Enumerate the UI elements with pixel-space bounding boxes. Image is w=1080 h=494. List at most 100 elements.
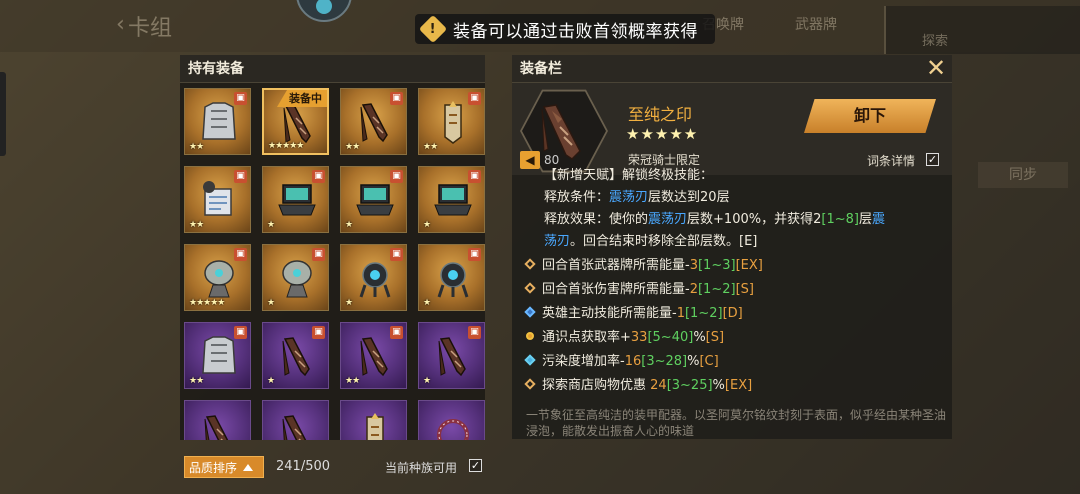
lock-icon: ▣: [234, 326, 247, 339]
affix-bullet-icon: [524, 378, 536, 390]
lock-icon: ▣: [312, 248, 325, 261]
talent-line: 【新增天赋】解锁终极技能：: [544, 168, 714, 183]
unequip-button[interactable]: 卸下: [804, 99, 936, 133]
slot-stars: ★: [267, 298, 275, 308]
inventory-slot[interactable]: [340, 400, 407, 440]
background-explore-badge: 探索: [884, 6, 1080, 54]
drone-icon: [353, 255, 397, 301]
drone-icon: [431, 255, 475, 301]
lock-icon: ▣: [468, 170, 481, 183]
inventory-slot[interactable]: ▣ ★: [262, 166, 329, 233]
inventory-slot[interactable]: 装备中 ★★★★★: [262, 88, 329, 155]
slot-stars: ★: [423, 376, 431, 386]
lock-icon: ▣: [468, 248, 481, 261]
background-sync-button: 同步: [978, 162, 1068, 188]
affix-bullet-icon: [524, 282, 536, 294]
affix-bullet-icon: [524, 354, 536, 366]
affix-line: 回合首张伤害牌所需能量-2[1~2][S]: [524, 279, 944, 301]
notice-banner: ! 装备可以通过击败首领概率获得: [415, 14, 715, 44]
radar-icon: [197, 255, 241, 301]
flavor-text: 一节象征至高纯洁的装甲配器。以圣阿莫尔铭纹封刻于表面，似乎经由某种圣油浸泡，能散…: [526, 408, 947, 438]
scarf-icon: [197, 411, 241, 440]
affix-line: 探索商店购物优惠 24[3~25]%[EX]: [524, 375, 944, 397]
inventory-title: 持有装备: [180, 55, 485, 83]
slot-stars: ★: [267, 376, 275, 386]
background-title: 卡组: [128, 16, 173, 41]
laptop-icon: [431, 177, 475, 223]
slot-stars: ★: [267, 220, 275, 230]
inventory-slot[interactable]: ▣ ★★: [184, 166, 251, 233]
inventory-slot[interactable]: ▣ ★★★★★: [184, 244, 251, 311]
lock-icon: ▣: [312, 326, 325, 339]
slot-stars: ★★★★★: [268, 141, 304, 151]
lock-icon: ▣: [234, 170, 247, 183]
release-effect: 释放效果：使你的震荡刃层数+100%，并获得2[1~8]层震: [544, 212, 885, 227]
phone-side-bar: [0, 72, 6, 156]
slot-stars: ★: [423, 220, 431, 230]
radar-icon: [275, 255, 319, 301]
sort-label: 品质排序: [189, 460, 238, 475]
scarf-icon: [275, 333, 319, 379]
effects-list: 【新增天赋】解锁终极技能： 释放条件：震荡刃层数达到20层 释放效果：使你的震荡…: [524, 168, 944, 397]
inventory-slot[interactable]: ▣ ★★: [340, 322, 407, 389]
armor-icon: [197, 333, 241, 379]
laptop-icon: [353, 177, 397, 223]
inventory-slot[interactable]: [262, 400, 329, 440]
notice-text: 装备可以通过击败首领概率获得: [453, 21, 698, 42]
affix-bullet-icon: [526, 332, 534, 340]
detail-title: 装备栏: [512, 55, 952, 83]
sort-up-icon: [243, 463, 254, 471]
scarf-icon: [275, 411, 319, 440]
inventory-slot[interactable]: ▣ ★: [340, 244, 407, 311]
background-tab-explore: 探索: [922, 34, 949, 49]
lock-icon: ▣: [468, 92, 481, 105]
race-filter-label: 当前种族可用: [385, 461, 458, 475]
inventory-slot[interactable]: ▣ ★: [262, 322, 329, 389]
back-arrow-icon: ‹: [116, 12, 125, 37]
slot-stars: ★★: [345, 142, 360, 152]
equipped-tag: 装备中: [277, 90, 327, 107]
release-effect-cont: 荡刃。回合结束时移除全部层数。[E]: [544, 234, 758, 249]
lock-icon: ▣: [390, 170, 403, 183]
inventory-count: 241/500: [276, 459, 331, 474]
inventory-slot[interactable]: ▣ ★★: [418, 88, 485, 155]
inventory-slot[interactable]: ▣ ★: [262, 244, 329, 311]
inventory-slot[interactable]: [184, 400, 251, 440]
slot-stars: ★: [345, 220, 353, 230]
close-icon[interactable]: ✕: [924, 56, 948, 81]
slot-stars: ★: [423, 298, 431, 308]
slot-stars: ★★: [189, 376, 204, 386]
affix-line: 英雄主动技能所需能量-1[1~2][D]: [524, 303, 944, 325]
lock-icon: ▣: [390, 92, 403, 105]
race-filter-checkbox[interactable]: ✓: [469, 459, 482, 472]
inventory-slot[interactable]: ▣ ★: [418, 322, 485, 389]
scarf-icon: [353, 333, 397, 379]
lock-icon: ▣: [234, 92, 247, 105]
slot-stars: ★★: [189, 220, 204, 230]
background-tab-weapon: 武器牌: [795, 17, 837, 33]
release-condition: 释放条件：震荡刃层数达到20层: [544, 190, 730, 205]
inventory-slot[interactable]: ▣ ★★: [184, 88, 251, 155]
item-name: 至纯之印: [628, 105, 693, 124]
affix-list: 回合首张武器牌所需能量-3[1~3][EX] 回合首张伤害牌所需能量-2[1~2]…: [524, 255, 944, 397]
affix-line: 污染度增加率-16[3~28]%[C]: [524, 351, 944, 373]
inventory-slot[interactable]: [418, 400, 485, 440]
detail-summary: ◀ 80 至纯之印 ★★★★★ 荣冠骑士限定 卸下 词条详情 ✓: [512, 83, 952, 175]
inventory-panel: 持有装备 ▣ ★★ 装备中 ★★★★★ ▣ ★★ ▣ ★★ ▣ ★★ ▣ ★ ▣ ★ ▣ ★ ▣ ★★★★★ ▣ ★ ▣…: [180, 55, 485, 440]
inventory-slot[interactable]: ▣ ★: [418, 166, 485, 233]
inventory-slot[interactable]: ▣ ★: [340, 166, 407, 233]
affix-line: 通识点获取率+33[5~40]%[S]: [526, 327, 944, 349]
sort-quality-button[interactable]: 品质排序: [184, 456, 264, 478]
item-stars: ★★★★★: [626, 125, 699, 143]
inventory-slot[interactable]: ▣ ★★: [340, 88, 407, 155]
lock-icon: ▣: [312, 170, 325, 183]
slot-stars: ★★: [189, 142, 204, 152]
thorn-ring-icon: [431, 411, 475, 440]
warning-icon: !: [418, 14, 448, 44]
equipment-detail-panel: 装备栏 ✕ ◀ 80 至纯之印 ★★★★★ 荣冠骑士限定 卸下 词条详情 ✓ 【…: [512, 55, 952, 439]
inventory-slot[interactable]: ▣ ★★: [184, 322, 251, 389]
slot-stars: ★★★★★: [189, 298, 225, 308]
banner-icon: [353, 411, 397, 440]
inventory-slot[interactable]: ▣ ★: [418, 244, 485, 311]
laptop-icon: [275, 177, 319, 223]
